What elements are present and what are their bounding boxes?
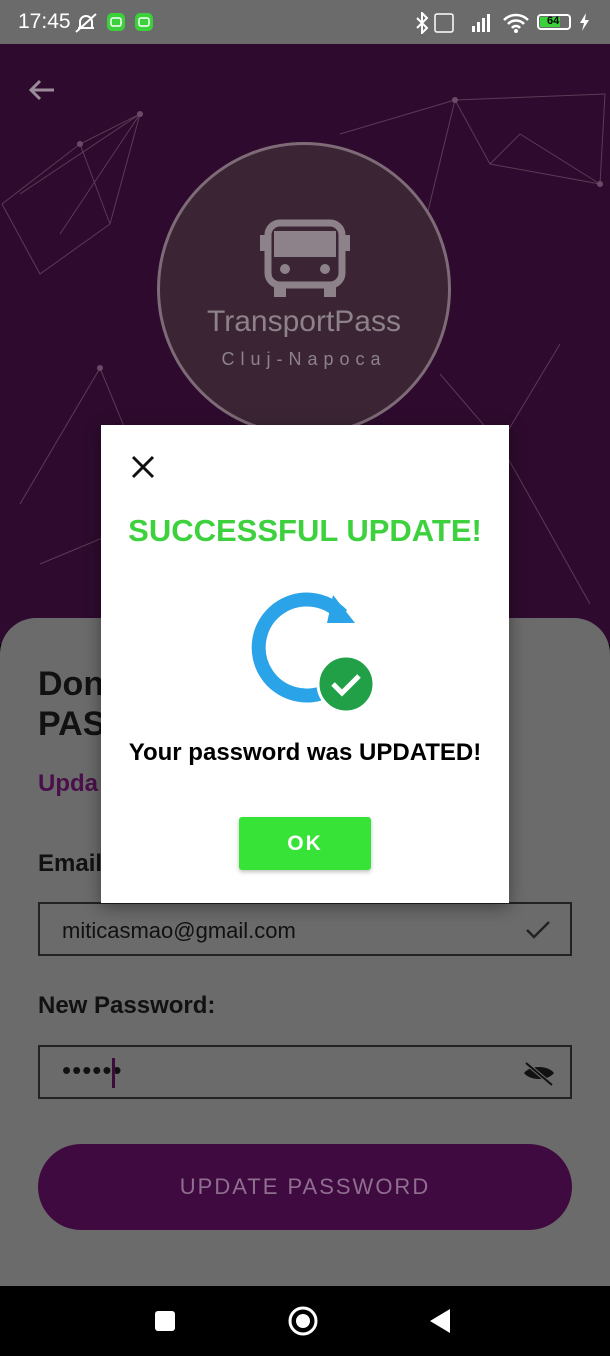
email-field[interactable]: miticasmao@gmail.com: [38, 902, 572, 956]
dialog-message: Your password was UPDATED!: [128, 739, 482, 766]
status-time: 17:45: [18, 10, 71, 33]
app-notification-icon-2: [135, 13, 153, 31]
home-icon[interactable]: [287, 1305, 319, 1337]
new-password-field[interactable]: ••••••: [38, 1045, 572, 1099]
volte-icon: [434, 13, 454, 33]
charging-icon: [580, 13, 589, 31]
battery-level: 64: [547, 15, 560, 27]
bluetooth-icon: [416, 12, 429, 34]
system-nav-bar: [0, 1286, 610, 1356]
battery-icon: 64: [537, 14, 571, 30]
sheet-title: Don PAS: [38, 665, 106, 743]
email-value: miticasmao@gmail.com: [62, 918, 296, 943]
dialog-title: SUCCESSFUL UPDATE!: [128, 513, 482, 548]
back-nav-icon[interactable]: [428, 1308, 452, 1334]
ok-button[interactable]: OK: [239, 817, 371, 870]
app-logo: TransportPass Cluj-Napoca: [157, 142, 451, 436]
bus-icon: [260, 219, 350, 297]
mute-notification-icon: [75, 13, 97, 33]
status-bar: 17:45 64: [0, 0, 610, 44]
signal-5g-icon: [472, 14, 490, 32]
back-arrow-icon[interactable]: [26, 74, 58, 106]
refresh-success-icon: [251, 592, 376, 714]
email-label: Email: [38, 850, 103, 877]
success-dialog: SUCCESSFUL UPDATE! Your password was UPD…: [101, 425, 509, 903]
sheet-subtitle: Upda: [38, 770, 98, 797]
logo-subtitle: Cluj-Napoca: [221, 349, 387, 369]
update-password-button[interactable]: UPDATE PASSWORD: [38, 1144, 572, 1230]
wifi-icon: [503, 13, 529, 33]
app-notification-icon: [107, 13, 125, 31]
close-icon[interactable]: [129, 453, 157, 481]
logo-title: TransportPass: [207, 305, 401, 338]
text-cursor: [112, 1058, 115, 1088]
recents-icon[interactable]: [154, 1310, 176, 1332]
eye-off-icon[interactable]: [522, 1059, 556, 1087]
check-icon: [526, 921, 550, 939]
new-password-label: New Password:: [38, 992, 216, 1019]
